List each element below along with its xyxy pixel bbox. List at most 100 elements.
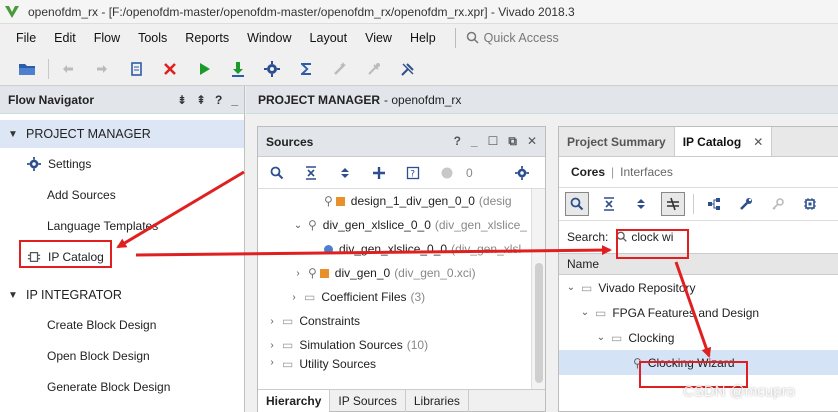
nav-item-add-sources[interactable]: Add Sources xyxy=(0,179,244,210)
tree-row[interactable]: › ▭ Coefficient Files (3) xyxy=(258,285,545,309)
tree-row[interactable]: › ▭ Utility Sources xyxy=(258,357,545,371)
ip-block-icon: ⚲ xyxy=(308,218,317,232)
section-project-manager[interactable]: ▼ PROJECT MANAGER xyxy=(0,120,244,148)
tree-row[interactable]: ⌄ ▭ Clocking xyxy=(559,325,838,350)
nav-item-generate-block-design[interactable]: Generate Block Design xyxy=(0,371,244,402)
error-count: 0 xyxy=(466,165,473,180)
subtab-interfaces[interactable]: Interfaces xyxy=(620,165,673,179)
tree-row[interactable]: ⚲ design_1_div_gen_0_0 (desig xyxy=(258,189,545,213)
unplug-icon xyxy=(401,62,414,76)
menu-edit[interactable]: Edit xyxy=(45,24,85,52)
minimize-icon[interactable]: _ xyxy=(471,134,478,149)
expand-all-icon[interactable]: ⇞ xyxy=(196,93,206,107)
expand-all-button[interactable] xyxy=(629,192,653,216)
expand-icon xyxy=(341,167,349,178)
quick-access-input[interactable]: Quick Access xyxy=(466,31,559,45)
chevron-down-icon[interactable]: ⌄ xyxy=(579,307,591,318)
menu-layout[interactable]: Layout xyxy=(301,24,357,52)
expand-all-button[interactable] xyxy=(334,162,356,184)
help-icon[interactable]: ? xyxy=(454,134,461,149)
open-project-button[interactable] xyxy=(14,56,40,82)
tab-ip-sources[interactable]: IP Sources xyxy=(330,389,406,412)
nav-item-label: Language Templates xyxy=(47,218,159,233)
tree-row[interactable]: › ▭ Constraints xyxy=(258,309,545,333)
menu-view[interactable]: View xyxy=(356,24,401,52)
run-button[interactable] xyxy=(191,56,217,82)
menu-help[interactable]: Help xyxy=(401,24,445,52)
tab-libraries[interactable]: Libraries xyxy=(406,389,469,412)
license-button[interactable] xyxy=(766,192,790,216)
tree-row[interactable]: ⌄ ▭ Vivado Repository xyxy=(559,275,838,300)
collapse-all-icon[interactable]: ⇟ xyxy=(177,93,187,107)
chevron-right-icon[interactable]: › xyxy=(266,357,278,368)
nav-item-label: Generate Block Design xyxy=(47,379,171,394)
close-icon[interactable]: ✕ xyxy=(753,127,763,157)
stop-button[interactable] xyxy=(157,56,183,82)
customize-button[interactable] xyxy=(734,192,758,216)
help-doc-icon: ? xyxy=(406,166,420,179)
filter-button[interactable] xyxy=(661,192,685,216)
tree-row-label: div_gen_xlslice_0_0 xyxy=(322,218,431,232)
float-icon[interactable]: ⧉ xyxy=(508,134,517,149)
properties-button[interactable]: ? xyxy=(402,162,424,184)
nav-item-settings[interactable]: Settings xyxy=(0,148,244,179)
tree-row[interactable]: ⌄ ▭ FPGA Features and Design xyxy=(559,300,838,325)
sources-settings-button[interactable] xyxy=(511,162,533,184)
unplug-button[interactable] xyxy=(395,56,421,82)
search-button[interactable] xyxy=(266,162,288,184)
highlight-ip-catalog xyxy=(19,240,112,268)
redo-button[interactable] xyxy=(89,56,115,82)
chip-button[interactable] xyxy=(798,192,822,216)
nav-item-language-templates[interactable]: Language Templates xyxy=(0,210,244,241)
chevron-down-icon[interactable]: ⌄ xyxy=(595,332,607,343)
tab-label: IP Catalog xyxy=(682,134,742,149)
add-sources-button[interactable] xyxy=(368,162,390,184)
chevron-down-icon[interactable]: ⌄ xyxy=(565,282,577,293)
subtab-cores[interactable]: Cores xyxy=(571,165,605,179)
sum-button[interactable] xyxy=(293,56,319,82)
chevron-right-icon[interactable]: › xyxy=(288,292,300,303)
download-icon xyxy=(232,61,244,77)
nav-item-create-block-design[interactable]: Create Block Design xyxy=(0,309,244,340)
collapse-all-button[interactable] xyxy=(597,192,621,216)
scrollbar-thumb[interactable] xyxy=(535,263,543,383)
tree-row[interactable]: div_gen_xlslice_0_0 (div_gen_xlsl xyxy=(258,237,545,261)
tree-row[interactable]: ⌄ ⚲ div_gen_xlslice_0_0 (div_gen_xlslice… xyxy=(258,213,545,237)
settings-button[interactable] xyxy=(259,56,285,82)
collapse-all-button[interactable] xyxy=(300,162,322,184)
hierarchy-button[interactable] xyxy=(702,192,726,216)
ip-block-icon: ⚲ xyxy=(308,266,317,280)
chevron-right-icon[interactable]: › xyxy=(266,340,278,351)
sources-scrollbar[interactable] xyxy=(531,189,545,391)
tree-row[interactable]: › ▭ Simulation Sources (10) xyxy=(258,333,545,357)
maximize-icon[interactable]: ☐ xyxy=(488,134,499,149)
menu-file[interactable]: File xyxy=(0,24,45,52)
copy-button[interactable] xyxy=(123,56,149,82)
tab-ip-catalog[interactable]: IP Catalog ✕ xyxy=(673,127,773,157)
menu-window[interactable]: Window xyxy=(238,24,300,52)
chevron-down-icon: ▼ xyxy=(8,289,18,301)
section-ip-integrator[interactable]: ▼ IP INTEGRATOR xyxy=(0,281,244,309)
tab-hierarchy[interactable]: Hierarchy xyxy=(258,389,331,412)
minimize-icon[interactable]: _ xyxy=(231,93,238,107)
search-label: Search: xyxy=(567,230,609,244)
menu-tools[interactable]: Tools xyxy=(129,24,176,52)
search-button[interactable] xyxy=(565,192,589,216)
close-icon[interactable]: ✕ xyxy=(527,134,537,149)
chevron-right-icon[interactable]: › xyxy=(292,268,304,279)
nav-item-open-block-design[interactable]: Open Block Design xyxy=(0,340,244,371)
debug-button[interactable] xyxy=(361,56,387,82)
help-icon[interactable]: ? xyxy=(215,93,222,107)
tab-project-summary[interactable]: Project Summary xyxy=(559,127,674,156)
chevron-right-icon[interactable]: › xyxy=(266,316,278,327)
undo-button[interactable] xyxy=(55,56,81,82)
chevron-down-icon[interactable]: ⌄ xyxy=(292,220,304,231)
menu-flow[interactable]: Flow xyxy=(85,24,129,52)
auto-connect-button[interactable] xyxy=(327,56,353,82)
tree-row[interactable]: › ⚲ div_gen_0 (div_gen_0.xci) xyxy=(258,261,545,285)
chevron-down-icon: ▼ xyxy=(8,128,18,140)
column-header-name[interactable]: Name xyxy=(559,253,838,275)
download-button[interactable] xyxy=(225,56,251,82)
nav-item-label: Settings xyxy=(48,156,92,171)
menu-reports[interactable]: Reports xyxy=(176,24,238,52)
